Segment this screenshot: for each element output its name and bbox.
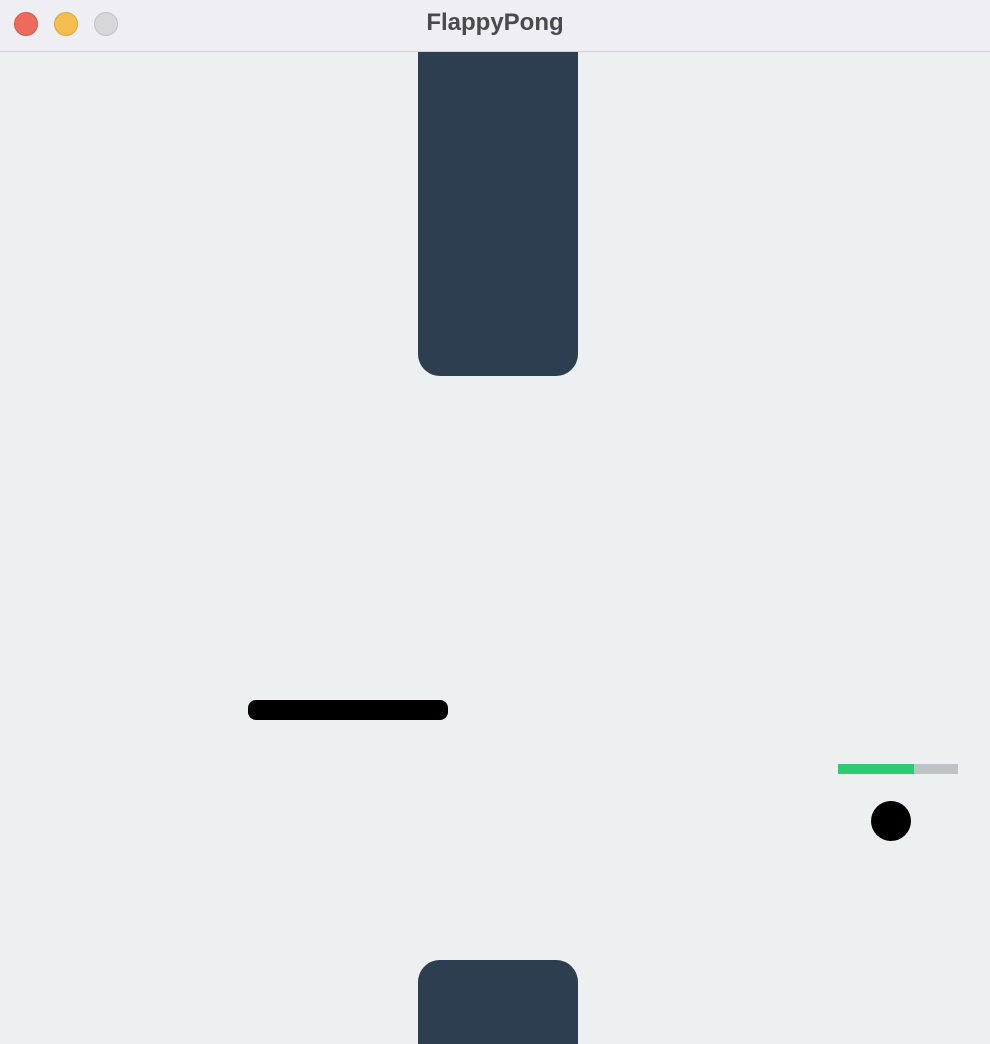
energy-bar-fill (838, 764, 914, 774)
player-paddle (248, 700, 448, 720)
bottom-pipe (418, 960, 578, 1044)
title-bar: FlappyPong (0, 0, 990, 52)
energy-bar (838, 764, 958, 774)
window-title: FlappyPong (426, 9, 564, 36)
ball (871, 801, 911, 841)
game-canvas[interactable] (0, 52, 990, 1044)
top-pipe (418, 52, 578, 376)
app-window: FlappyPong (0, 0, 990, 1044)
